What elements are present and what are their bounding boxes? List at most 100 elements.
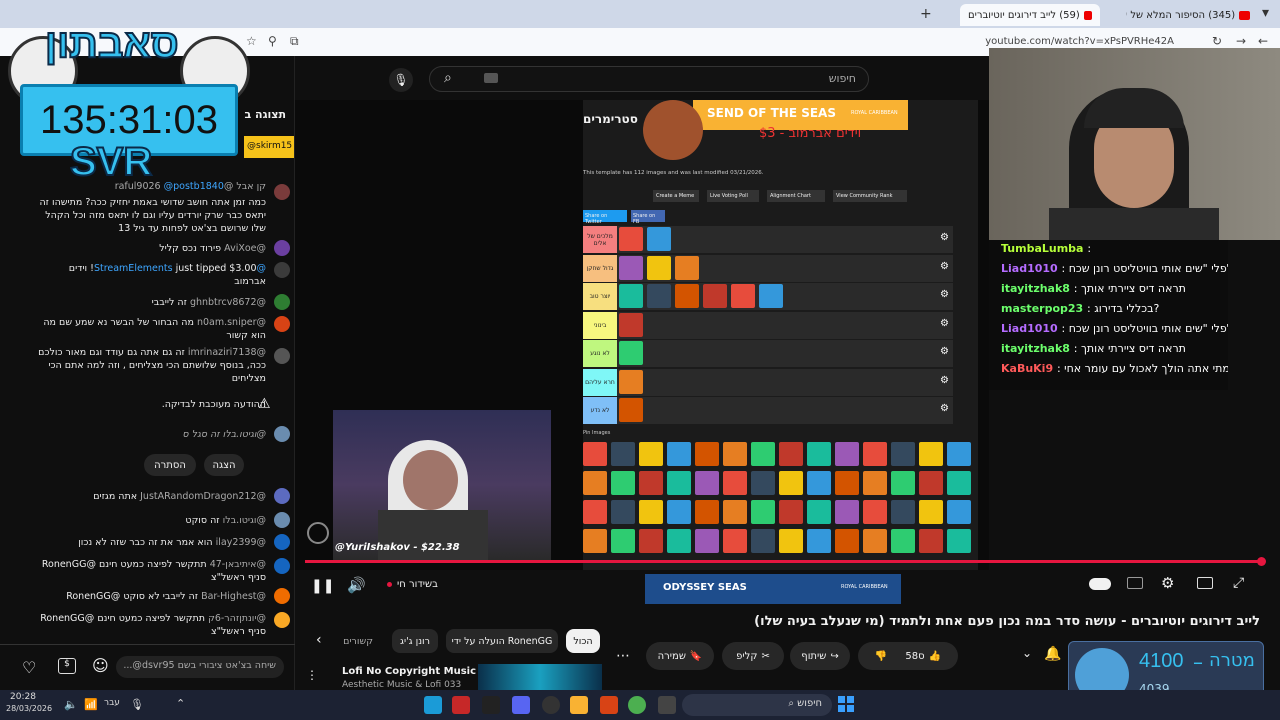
tab-live-rankings[interactable]: (59) לייב דירוגים יוטיוברים [960,4,1100,26]
windows-start-icon[interactable] [838,696,854,712]
pool-image[interactable] [891,442,915,466]
pool-image[interactable] [667,471,691,495]
tier-image[interactable] [703,284,727,308]
file-explorer-icon[interactable] [570,696,588,714]
clip-button[interactable]: קליפ ✂ [722,642,784,670]
tier-label[interactable]: בינוני [583,311,617,339]
ad-banner-bottom[interactable]: ODYSSEY SEAS ROYAL CARIBBEAN [645,574,901,604]
pool-image[interactable] [891,471,915,495]
pool-image[interactable] [751,442,775,466]
row-settings-icon[interactable]: ⚙ [940,318,949,329]
share-button[interactable]: שיתוף ↪ [790,642,850,670]
pool-image[interactable] [779,500,803,524]
chip-uploaded-by[interactable]: הועלה על ידי RonenGG [446,629,558,653]
row-settings-icon[interactable]: ⚙ [940,375,949,386]
row-settings-icon[interactable]: ⚙ [940,346,949,357]
back-icon[interactable]: → [1236,34,1246,48]
row-settings-icon[interactable]: ⚙ [940,403,949,414]
bell-icon[interactable]: 🔔 [1044,646,1061,662]
tier-image[interactable] [619,398,643,422]
tier-image[interactable] [619,284,643,308]
reload-icon[interactable]: ↻ [1212,34,1222,48]
search-input[interactable]: חיפוש ⌕ [429,66,869,92]
share-twitter-button[interactable]: Share on Twitter [583,210,627,225]
tier-label[interactable]: חרא עליהם [583,368,617,396]
chip-ronen-jig[interactable]: רונן ג'יג [392,629,438,653]
progress-bar[interactable] [305,560,1263,563]
pool-image[interactable] [667,442,691,466]
row-settings-icon[interactable]: ⚙ [940,261,949,272]
pool-image[interactable] [639,471,663,495]
new-tab-button[interactable]: + [920,6,932,22]
pool-image[interactable] [807,500,831,524]
pool-image[interactable] [639,500,663,524]
pool-image[interactable] [695,529,719,553]
media-player-icon[interactable] [542,696,560,714]
pool-image[interactable] [863,529,887,553]
community-rank-button[interactable]: View Community Rank [833,190,907,202]
forward-icon[interactable]: ← [1258,34,1268,48]
pool-image[interactable] [723,442,747,466]
pool-image[interactable] [863,500,887,524]
app2-icon[interactable] [600,696,618,714]
tier-image[interactable] [759,284,783,308]
clock-date[interactable]: 28/03/2026 [6,704,52,713]
pool-image[interactable] [807,442,831,466]
hide-button[interactable]: הסתרה [144,454,196,476]
save-button[interactable]: שמירה 🔖 [646,642,714,670]
chip-all[interactable]: הכול [566,629,600,653]
discord-icon[interactable] [512,696,530,714]
pool-image[interactable] [667,500,691,524]
search-icon[interactable]: ⌕ [444,70,452,86]
more-icon[interactable]: ⋯ [616,648,630,664]
pool-image[interactable] [667,529,691,553]
steam-icon[interactable] [424,696,442,714]
pool-image[interactable] [891,529,915,553]
pool-image[interactable] [695,471,719,495]
mic-tray-icon[interactable]: 🎙 [130,698,144,711]
fullscreen-icon[interactable]: ⤢ [1233,575,1244,591]
pool-image[interactable] [835,471,859,495]
tier-image[interactable] [619,341,643,365]
pool-image[interactable] [919,529,943,553]
chat-input[interactable]: שיחה בצ'אט ציבורי בשם dsvr95@... [116,656,284,678]
tier-image[interactable] [675,284,699,308]
pool-image[interactable] [723,529,747,553]
pool-image[interactable] [947,529,971,553]
tier-label[interactable]: גדול שחקן [583,254,617,282]
network-icon[interactable]: 📶 [84,698,98,711]
row-settings-icon[interactable]: ⚙ [940,289,949,300]
pool-image[interactable] [583,471,607,495]
share-fb-button[interactable]: Share on FB [631,210,665,225]
zoom-icon[interactable]: ⚲ [268,34,277,48]
pool-image[interactable] [779,529,803,553]
next-video-title[interactable]: Lofi No Copyright Music Mix [342,666,499,677]
pool-image[interactable] [835,529,859,553]
pool-image[interactable] [807,529,831,553]
emoji-icon[interactable]: ☺ [92,656,109,675]
star-icon[interactable]: ☆ [246,34,257,48]
pool-image[interactable] [947,500,971,524]
pool-image[interactable] [947,442,971,466]
pool-image[interactable] [583,529,607,553]
autoplay-toggle[interactable] [1089,578,1111,590]
pool-image[interactable] [779,471,803,495]
pool-image[interactable] [835,500,859,524]
keyboard-icon[interactable] [484,73,498,83]
task-view-icon[interactable] [658,696,676,714]
pool-image[interactable] [751,529,775,553]
live-voting-button[interactable]: Live Voting Poll [707,190,759,202]
progress-handle[interactable] [1257,557,1266,566]
pool-image[interactable] [863,442,887,466]
pool-image[interactable] [611,500,635,524]
tier-label[interactable]: לא נוגע [583,340,617,367]
row-settings-icon[interactable]: ⚙ [940,232,949,243]
pool-image[interactable] [919,500,943,524]
tier-image[interactable] [647,255,671,280]
volume-tray-icon[interactable]: 🔈 [64,698,78,711]
super-chat-icon[interactable]: $ [58,658,76,674]
chrome-icon[interactable] [628,696,646,714]
pool-image[interactable] [583,500,607,524]
tier-image[interactable] [619,369,643,394]
pool-image[interactable] [751,471,775,495]
